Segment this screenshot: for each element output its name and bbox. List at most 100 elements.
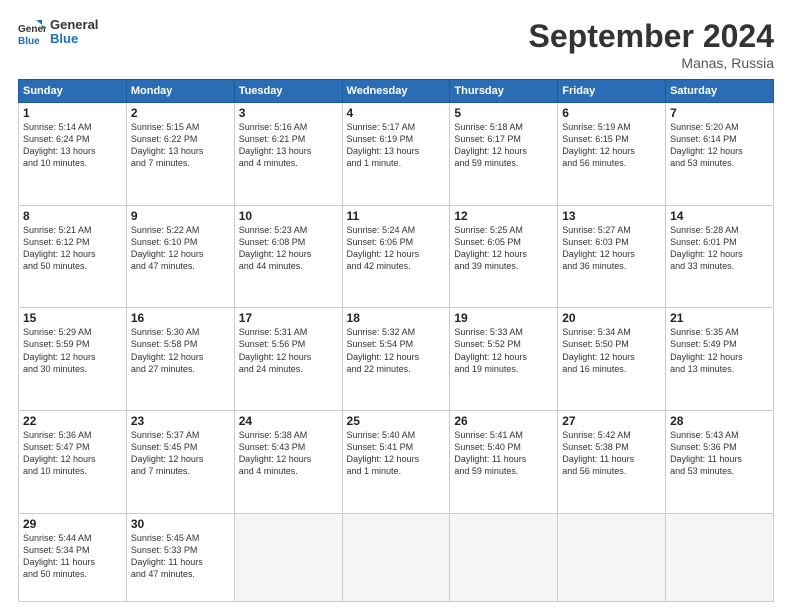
calendar-cell: 6Sunrise: 5:19 AM Sunset: 6:15 PM Daylig… <box>558 103 666 206</box>
day-info: Sunrise: 5:27 AM Sunset: 6:03 PM Dayligh… <box>562 224 661 273</box>
header: General Blue General Blue September 2024… <box>18 18 774 71</box>
day-number: 26 <box>454 414 553 428</box>
day-info: Sunrise: 5:37 AM Sunset: 5:45 PM Dayligh… <box>131 429 230 478</box>
calendar-cell <box>234 513 342 601</box>
day-info: Sunrise: 5:24 AM Sunset: 6:06 PM Dayligh… <box>347 224 446 273</box>
day-info: Sunrise: 5:15 AM Sunset: 6:22 PM Dayligh… <box>131 121 230 170</box>
day-number: 10 <box>239 209 338 223</box>
day-info: Sunrise: 5:25 AM Sunset: 6:05 PM Dayligh… <box>454 224 553 273</box>
calendar-cell: 13Sunrise: 5:27 AM Sunset: 6:03 PM Dayli… <box>558 205 666 308</box>
calendar-cell: 20Sunrise: 5:34 AM Sunset: 5:50 PM Dayli… <box>558 308 666 411</box>
calendar-cell: 17Sunrise: 5:31 AM Sunset: 5:56 PM Dayli… <box>234 308 342 411</box>
calendar-cell: 10Sunrise: 5:23 AM Sunset: 6:08 PM Dayli… <box>234 205 342 308</box>
day-number: 11 <box>347 209 446 223</box>
day-info: Sunrise: 5:34 AM Sunset: 5:50 PM Dayligh… <box>562 326 661 375</box>
calendar-cell: 30Sunrise: 5:45 AM Sunset: 5:33 PM Dayli… <box>126 513 234 601</box>
calendar-cell: 4Sunrise: 5:17 AM Sunset: 6:19 PM Daylig… <box>342 103 450 206</box>
calendar-cell: 19Sunrise: 5:33 AM Sunset: 5:52 PM Dayli… <box>450 308 558 411</box>
day-info: Sunrise: 5:17 AM Sunset: 6:19 PM Dayligh… <box>347 121 446 170</box>
day-number: 21 <box>670 311 769 325</box>
logo-icon: General Blue <box>18 18 46 46</box>
calendar-cell <box>450 513 558 601</box>
day-number: 28 <box>670 414 769 428</box>
weekday-header-friday: Friday <box>558 80 666 103</box>
calendar-cell: 8Sunrise: 5:21 AM Sunset: 6:12 PM Daylig… <box>19 205 127 308</box>
day-info: Sunrise: 5:31 AM Sunset: 5:56 PM Dayligh… <box>239 326 338 375</box>
day-number: 6 <box>562 106 661 120</box>
calendar-cell: 7Sunrise: 5:20 AM Sunset: 6:14 PM Daylig… <box>666 103 774 206</box>
day-info: Sunrise: 5:16 AM Sunset: 6:21 PM Dayligh… <box>239 121 338 170</box>
calendar-cell: 3Sunrise: 5:16 AM Sunset: 6:21 PM Daylig… <box>234 103 342 206</box>
day-info: Sunrise: 5:42 AM Sunset: 5:38 PM Dayligh… <box>562 429 661 478</box>
day-number: 22 <box>23 414 122 428</box>
day-info: Sunrise: 5:38 AM Sunset: 5:43 PM Dayligh… <box>239 429 338 478</box>
day-info: Sunrise: 5:40 AM Sunset: 5:41 PM Dayligh… <box>347 429 446 478</box>
logo-line1: General <box>50 18 98 32</box>
weekday-header-wednesday: Wednesday <box>342 80 450 103</box>
calendar-cell <box>666 513 774 601</box>
logo-line2: Blue <box>50 32 98 46</box>
day-number: 1 <box>23 106 122 120</box>
weekday-header-monday: Monday <box>126 80 234 103</box>
day-info: Sunrise: 5:23 AM Sunset: 6:08 PM Dayligh… <box>239 224 338 273</box>
calendar-cell: 14Sunrise: 5:28 AM Sunset: 6:01 PM Dayli… <box>666 205 774 308</box>
day-number: 27 <box>562 414 661 428</box>
calendar-cell: 28Sunrise: 5:43 AM Sunset: 5:36 PM Dayli… <box>666 410 774 513</box>
day-info: Sunrise: 5:36 AM Sunset: 5:47 PM Dayligh… <box>23 429 122 478</box>
day-info: Sunrise: 5:20 AM Sunset: 6:14 PM Dayligh… <box>670 121 769 170</box>
day-info: Sunrise: 5:21 AM Sunset: 6:12 PM Dayligh… <box>23 224 122 273</box>
day-number: 9 <box>131 209 230 223</box>
day-number: 3 <box>239 106 338 120</box>
calendar-cell: 26Sunrise: 5:41 AM Sunset: 5:40 PM Dayli… <box>450 410 558 513</box>
calendar-cell: 2Sunrise: 5:15 AM Sunset: 6:22 PM Daylig… <box>126 103 234 206</box>
calendar-cell: 1Sunrise: 5:14 AM Sunset: 6:24 PM Daylig… <box>19 103 127 206</box>
day-info: Sunrise: 5:33 AM Sunset: 5:52 PM Dayligh… <box>454 326 553 375</box>
day-number: 7 <box>670 106 769 120</box>
weekday-header-sunday: Sunday <box>19 80 127 103</box>
day-number: 15 <box>23 311 122 325</box>
day-info: Sunrise: 5:14 AM Sunset: 6:24 PM Dayligh… <box>23 121 122 170</box>
calendar: SundayMondayTuesdayWednesdayThursdayFrid… <box>18 79 774 602</box>
day-number: 19 <box>454 311 553 325</box>
month-title: September 2024 <box>529 18 774 55</box>
day-number: 5 <box>454 106 553 120</box>
day-number: 23 <box>131 414 230 428</box>
day-info: Sunrise: 5:28 AM Sunset: 6:01 PM Dayligh… <box>670 224 769 273</box>
day-number: 4 <box>347 106 446 120</box>
calendar-cell: 22Sunrise: 5:36 AM Sunset: 5:47 PM Dayli… <box>19 410 127 513</box>
title-block: September 2024 Manas, Russia <box>529 18 774 71</box>
weekday-header-saturday: Saturday <box>666 80 774 103</box>
location: Manas, Russia <box>529 55 774 71</box>
day-number: 13 <box>562 209 661 223</box>
svg-text:Blue: Blue <box>18 36 40 46</box>
calendar-cell: 23Sunrise: 5:37 AM Sunset: 5:45 PM Dayli… <box>126 410 234 513</box>
calendar-cell: 27Sunrise: 5:42 AM Sunset: 5:38 PM Dayli… <box>558 410 666 513</box>
day-info: Sunrise: 5:44 AM Sunset: 5:34 PM Dayligh… <box>23 532 122 581</box>
day-info: Sunrise: 5:45 AM Sunset: 5:33 PM Dayligh… <box>131 532 230 581</box>
calendar-cell: 29Sunrise: 5:44 AM Sunset: 5:34 PM Dayli… <box>19 513 127 601</box>
day-number: 17 <box>239 311 338 325</box>
calendar-cell: 5Sunrise: 5:18 AM Sunset: 6:17 PM Daylig… <box>450 103 558 206</box>
calendar-cell: 24Sunrise: 5:38 AM Sunset: 5:43 PM Dayli… <box>234 410 342 513</box>
day-number: 29 <box>23 517 122 531</box>
day-number: 20 <box>562 311 661 325</box>
calendar-cell: 11Sunrise: 5:24 AM Sunset: 6:06 PM Dayli… <box>342 205 450 308</box>
calendar-cell: 25Sunrise: 5:40 AM Sunset: 5:41 PM Dayli… <box>342 410 450 513</box>
day-number: 18 <box>347 311 446 325</box>
day-info: Sunrise: 5:43 AM Sunset: 5:36 PM Dayligh… <box>670 429 769 478</box>
day-info: Sunrise: 5:22 AM Sunset: 6:10 PM Dayligh… <box>131 224 230 273</box>
calendar-cell: 18Sunrise: 5:32 AM Sunset: 5:54 PM Dayli… <box>342 308 450 411</box>
svg-text:General: General <box>18 24 46 35</box>
day-info: Sunrise: 5:41 AM Sunset: 5:40 PM Dayligh… <box>454 429 553 478</box>
calendar-cell: 15Sunrise: 5:29 AM Sunset: 5:59 PM Dayli… <box>19 308 127 411</box>
calendar-cell: 21Sunrise: 5:35 AM Sunset: 5:49 PM Dayli… <box>666 308 774 411</box>
day-info: Sunrise: 5:32 AM Sunset: 5:54 PM Dayligh… <box>347 326 446 375</box>
weekday-header-thursday: Thursday <box>450 80 558 103</box>
day-number: 30 <box>131 517 230 531</box>
calendar-cell: 12Sunrise: 5:25 AM Sunset: 6:05 PM Dayli… <box>450 205 558 308</box>
day-number: 14 <box>670 209 769 223</box>
day-number: 16 <box>131 311 230 325</box>
day-info: Sunrise: 5:19 AM Sunset: 6:15 PM Dayligh… <box>562 121 661 170</box>
logo: General Blue General Blue <box>18 18 98 47</box>
day-info: Sunrise: 5:29 AM Sunset: 5:59 PM Dayligh… <box>23 326 122 375</box>
